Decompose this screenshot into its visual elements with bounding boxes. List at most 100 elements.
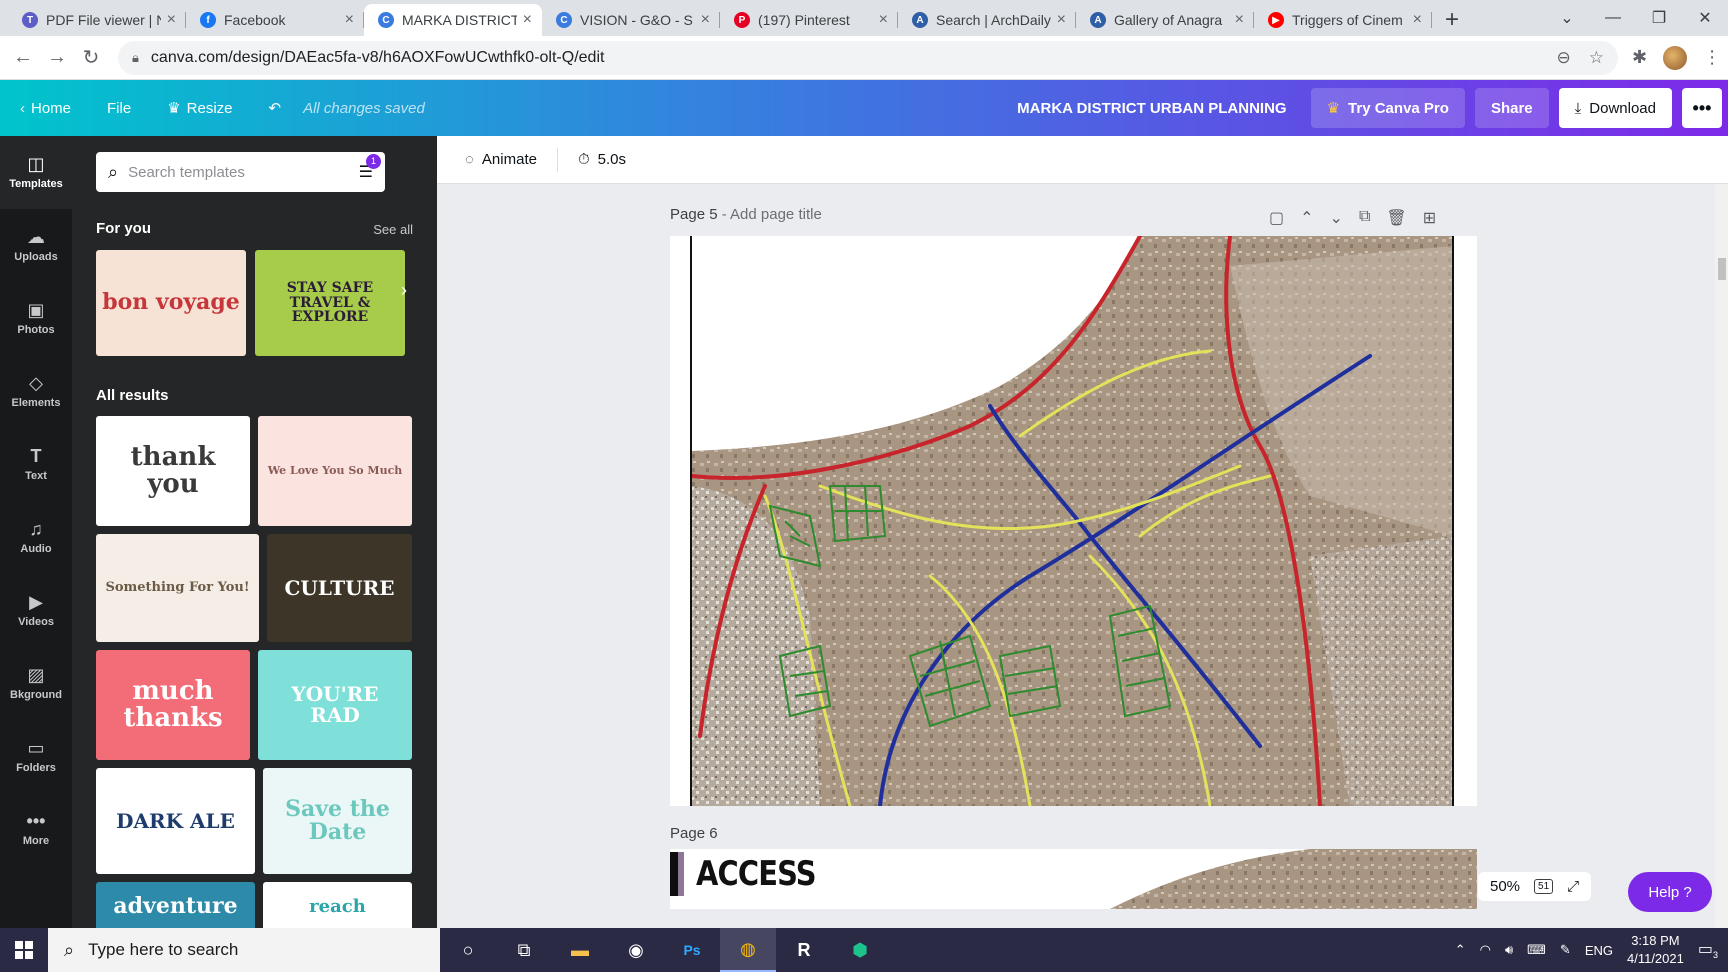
notifications-icon[interactable]: ▭3 [1698,939,1718,960]
browser-tab[interactable]: C MARKA DISTRICT × [364,4,542,36]
forward-icon[interactable]: → [40,46,74,69]
rail-item-templates[interactable]: ◫ Templates [0,136,72,209]
help-button[interactable]: Help ? [1628,872,1712,912]
animate-button[interactable]: ◌ Animate [451,151,551,168]
close-window-button[interactable]: ✕ [1682,8,1728,28]
rail-item-videos[interactable]: ▶ Videos [0,574,72,647]
back-icon[interactable]: ← [6,46,40,69]
rail-item-text[interactable]: T Text [0,428,72,501]
browser-tab[interactable]: A Gallery of Anagra × [1076,4,1254,36]
template-thumbnail[interactable]: Something For You! [96,534,259,642]
see-all-link[interactable]: See all [373,222,413,237]
reload-icon[interactable]: ↻ [74,45,108,70]
download-button[interactable]: ⤓ Download [1558,88,1672,128]
photoshop-icon[interactable]: Ps [664,928,720,972]
template-thumbnail[interactable]: YOU'RE RAD [258,650,412,760]
template-thumbnail[interactable]: much thanks [96,650,250,760]
close-tab-icon[interactable]: × [523,11,532,29]
page-6[interactable]: ACCESS [670,849,1477,909]
chrome-icon[interactable]: ◍ [720,928,776,972]
page-6-title[interactable]: Page 6 [670,825,718,842]
rail-item-audio[interactable]: ♫ Audio [0,501,72,574]
template-thumbnail[interactable]: DARK ALE [96,768,255,874]
template-thumbnail[interactable]: reach [263,882,412,928]
duration-button[interactable]: ⏱ 5.0s [564,151,640,168]
extensions-icon[interactable]: ✱ [1632,47,1647,68]
design-title[interactable]: MARKA DISTRICT URBAN PLANNING [1017,100,1286,117]
share-button[interactable]: Share [1474,88,1549,128]
address-bar[interactable]: 🔒︎ canva.com/design/DAEac5fa-v8/h6AOXFow… [118,40,1618,75]
more-options-button[interactable]: ••• [1682,88,1722,128]
filter-icon[interactable]: ☰ 1 [359,154,381,182]
browser-tab[interactable]: f Facebook × [186,4,364,36]
rail-item-more[interactable]: ••• More [0,793,72,866]
wifi-icon[interactable]: ◠ [1480,942,1491,958]
page-5-title[interactable]: Page 5 - Add page title [670,206,822,223]
clock[interactable]: 3:18 PM 4/11/2021 [1627,932,1684,968]
pen-icon[interactable]: ✎ [1560,942,1571,958]
cortana-icon[interactable]: ○ [440,928,496,972]
canvas-scrollbar[interactable] [1715,184,1728,928]
urban-planning-map[interactable] [670,236,1477,806]
close-tab-icon[interactable]: × [701,11,710,29]
steam-icon[interactable]: ◉ [608,928,664,972]
tab-search-icon[interactable]: ⌄ [1544,8,1590,28]
close-tab-icon[interactable]: × [1235,11,1244,29]
close-tab-icon[interactable]: × [345,11,354,29]
template-thumbnail[interactable]: bon voyage [96,250,246,356]
page-5[interactable] [670,236,1477,806]
file-explorer-icon[interactable]: ▬ [552,928,608,972]
minimize-button[interactable]: — [1590,9,1636,27]
close-tab-icon[interactable]: × [167,11,176,29]
search-templates-input[interactable]: ⌕ Search templates ☰ 1 [96,152,385,192]
template-thumbnail[interactable]: CULTURE [267,534,412,642]
fullscreen-icon[interactable]: ⤢ [1567,878,1579,895]
browser-tab[interactable]: ▶ Triggers of Cinem × [1254,4,1432,36]
rail-item-bkground[interactable]: ▨ Bkground [0,647,72,720]
zoom-icon[interactable]: ⊖ [1557,48,1571,68]
page-notes-icon[interactable]: ▢ [1269,208,1284,228]
rail-item-folders[interactable]: ▭ Folders [0,720,72,793]
tray-chevron-up-icon[interactable]: ⌃ [1455,942,1466,958]
template-thumbnail[interactable]: STAY SAFE TRAVEL & EXPLORE [255,250,405,356]
resize-button[interactable]: ♛ Resize [149,99,250,118]
try-canva-pro-button[interactable]: ♛ Try Canva Pro [1310,88,1465,128]
new-tab-button[interactable]: + [1432,4,1472,36]
profile-avatar[interactable] [1663,45,1688,70]
windows-start-icon[interactable] [0,941,48,959]
zoom-level[interactable]: 50% [1490,878,1520,895]
duplicate-page-icon[interactable]: ⧉ [1359,208,1370,228]
carousel-next-icon[interactable]: › [401,280,407,301]
revit-icon[interactable]: R [776,928,832,972]
scrollbar-thumb[interactable] [1718,258,1726,280]
page-count-button[interactable]: 51 [1534,879,1554,894]
volume-icon[interactable]: 🔊︎ [1505,942,1513,958]
rail-item-elements[interactable]: ◇ Elements [0,355,72,428]
template-thumbnail[interactable]: thank you [96,416,250,526]
template-thumbnail[interactable]: We Love You So Much [258,416,412,526]
browser-tab[interactable]: A Search | ArchDaily × [898,4,1076,36]
browser-tab[interactable]: P (197) Pinterest × [720,4,898,36]
taskbar-search-input[interactable]: ⌕ Type here to search [48,928,440,972]
restore-button[interactable]: ❐ [1636,8,1682,28]
file-menu-button[interactable]: File [89,100,149,117]
rail-item-photos[interactable]: ▣ Photos [0,282,72,355]
rail-item-uploads[interactable]: ☁ Uploads [0,209,72,282]
delete-page-icon[interactable]: 🗑︎ [1386,208,1406,228]
ime-icon[interactable]: ⌨ [1527,942,1546,958]
browser-tab[interactable]: T PDF File viewer | N × [8,4,186,36]
bookmark-star-icon[interactable]: ☆ [1589,48,1604,68]
task-view-icon[interactable]: ⧉ [496,928,552,972]
move-page-down-icon[interactable]: ⌄ [1330,208,1343,228]
close-tab-icon[interactable]: × [879,11,888,29]
browser-tab[interactable]: C VISION - G&O - S × [542,4,720,36]
close-tab-icon[interactable]: × [1413,11,1422,29]
template-thumbnail[interactable]: adventure [96,882,255,928]
add-page-icon[interactable]: ⊞ [1423,208,1436,228]
template-thumbnail[interactable]: Save the Date [263,768,412,874]
undo-button[interactable]: ↶ [251,99,300,117]
move-page-up-icon[interactable]: ⌃ [1300,208,1313,228]
language-indicator[interactable]: ENG [1585,943,1613,958]
app-hexagon-icon[interactable]: ⬢ [832,928,888,972]
browser-menu-icon[interactable]: ⋮ [1703,47,1721,68]
